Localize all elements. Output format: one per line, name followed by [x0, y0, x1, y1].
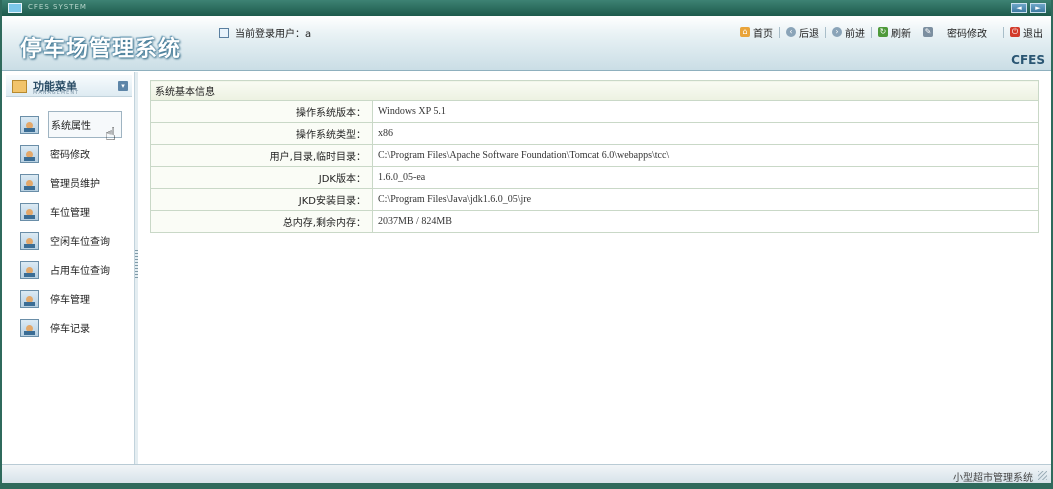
collapse-icon[interactable]: ▾: [118, 81, 128, 91]
sidebar-item-label: 停车记录: [50, 324, 90, 335]
splitter-grip-icon[interactable]: [135, 250, 138, 278]
nav-home-label: 首页: [753, 28, 773, 40]
row-key: 用户,目录,临时目录：: [150, 144, 373, 167]
nav-exit-label: 退出: [1023, 28, 1043, 40]
system-info-table: 系统基本信息 操作系统版本： Windows XP 5.1 操作系统类型： x8…: [150, 80, 1039, 233]
sidebar-item-label: 管理员维护: [50, 179, 100, 190]
nav-forward[interactable]: › 前进: [828, 25, 869, 40]
sidebar-item-occupied-space-query[interactable]: 占用车位查询: [20, 255, 130, 284]
row-value: 2037MB / 824MB: [372, 210, 1039, 233]
app-title: 停车场管理系统: [20, 37, 182, 62]
row-key: 操作系统类型：: [150, 122, 373, 145]
status-text: 小型超市管理系统: [953, 473, 1033, 484]
row-value: C:\Program Files\Java\jdk1.6.0_05\jre: [372, 188, 1039, 211]
window-next-button[interactable]: ►: [1030, 3, 1046, 13]
row-key: 操作系统版本：: [150, 100, 373, 123]
user-card-icon: [20, 289, 39, 308]
nav-forward-label: 前进: [845, 28, 865, 40]
password-icon: ✎: [923, 27, 933, 37]
table-row: 总内存,剩余内存： 2037MB / 824MB: [150, 210, 1039, 233]
table-row: 操作系统类型： x86: [150, 122, 1039, 145]
nav-back[interactable]: ‹ 后退: [782, 25, 823, 40]
table-row: 操作系统版本： Windows XP 5.1: [150, 100, 1039, 123]
row-value: 1.6.0_05-ea: [372, 166, 1039, 189]
sidebar-item-label: 空闲车位查询: [50, 237, 110, 248]
status-bar: 小型超市管理系统: [2, 464, 1051, 484]
menu-header: 功能菜单 MANAGEMENT ▾: [6, 75, 132, 97]
user-card-icon: [20, 173, 39, 192]
forward-icon: ›: [832, 27, 842, 37]
sidebar-item-parking-records[interactable]: 停车记录: [20, 313, 130, 342]
nav-home[interactable]: ⌂ 首页: [736, 25, 777, 40]
user-card-icon: [20, 115, 39, 134]
sidebar-splitter[interactable]: [135, 72, 138, 464]
user-card-icon: [20, 202, 39, 221]
brand-label: CFES: [1011, 53, 1045, 67]
hand-cursor-icon: ☝: [105, 124, 116, 145]
back-icon: ‹: [786, 27, 796, 37]
menu-folder-icon: [12, 80, 27, 93]
table-caption: 系统基本信息: [150, 80, 1039, 101]
row-key: JKD安装目录：: [150, 188, 373, 211]
resize-grip-icon[interactable]: [1038, 471, 1047, 480]
nav-refresh-label: 刷新: [891, 28, 911, 40]
app-window: CFES SYSTEM ◄ ► 停车场管理系统 当前登录用户：a ⌂ 首页 ‹ …: [0, 0, 1053, 489]
sidebar-item-label: 车位管理: [50, 208, 90, 219]
row-value: Windows XP 5.1: [372, 100, 1039, 123]
sidebar: 功能菜单 MANAGEMENT ▾ 系统属性 密码修改 管理员维护 车位管理 空…: [2, 72, 135, 464]
window-title: CFES SYSTEM: [28, 3, 87, 11]
user-card-icon: [20, 231, 39, 250]
header: 停车场管理系统 当前登录用户：a ⌂ 首页 ‹ 后退 › 前进 ↻ 刷新 ✎ 密…: [2, 16, 1051, 71]
row-key: 总内存,剩余内存：: [150, 210, 373, 233]
nav-divider: [871, 26, 872, 38]
row-value: x86: [372, 122, 1039, 145]
sidebar-item-label: 密码修改: [50, 150, 90, 161]
nav-back-label: 后退: [799, 28, 819, 40]
sidebar-item-free-space-query[interactable]: 空闲车位查询: [20, 226, 130, 255]
current-user-label: 当前登录用户：a: [235, 29, 312, 40]
sidebar-item-label: 占用车位查询: [50, 266, 110, 277]
window-title-bar: CFES SYSTEM ◄ ►: [2, 0, 1051, 16]
nav-divider: [1003, 26, 1004, 38]
home-icon: ⌂: [740, 27, 750, 37]
nav-divider: [825, 26, 826, 38]
nav-divider: [779, 26, 780, 38]
window-prev-button[interactable]: ◄: [1011, 3, 1027, 13]
user-icon: [219, 28, 229, 38]
top-nav: ⌂ 首页 ‹ 后退 › 前进 ↻ 刷新 ✎ 密码修改 ⏻ 退出: [736, 25, 1047, 40]
user-card-icon: [20, 144, 39, 163]
sidebar-item-space-management[interactable]: 车位管理: [20, 197, 130, 226]
current-user: 当前登录用户：a: [219, 25, 311, 40]
table-row: 用户,目录,临时目录： C:\Program Files\Apache Soft…: [150, 144, 1039, 167]
user-card-icon: [20, 318, 39, 337]
sidebar-item-label: 停车管理: [50, 295, 90, 306]
table-row: JDK版本： 1.6.0_05-ea: [150, 166, 1039, 189]
sidebar-item-admin-maintenance[interactable]: 管理员维护: [20, 168, 130, 197]
table-row: JKD安装目录： C:\Program Files\Java\jdk1.6.0_…: [150, 188, 1039, 211]
sidebar-item-parking-management[interactable]: 停车管理: [20, 284, 130, 313]
exit-icon: ⏻: [1010, 27, 1020, 37]
menu-subtitle: MANAGEMENT: [33, 90, 80, 96]
row-value: C:\Program Files\Apache Software Foundat…: [372, 144, 1039, 167]
nav-refresh[interactable]: ↻ 刷新: [874, 25, 915, 40]
system-icon: [8, 3, 22, 13]
nav-exit[interactable]: ⏻ 退出: [1006, 25, 1047, 40]
row-key: JDK版本：: [150, 166, 373, 189]
window-bottom-border: [2, 483, 1051, 489]
main-content: 系统基本信息 操作系统版本： Windows XP 5.1 操作系统类型： x8…: [139, 72, 1051, 464]
nav-password[interactable]: ✎ 密码修改: [919, 25, 991, 40]
nav-password-label: 密码修改: [947, 28, 987, 40]
refresh-icon: ↻: [878, 27, 888, 37]
user-card-icon: [20, 260, 39, 279]
